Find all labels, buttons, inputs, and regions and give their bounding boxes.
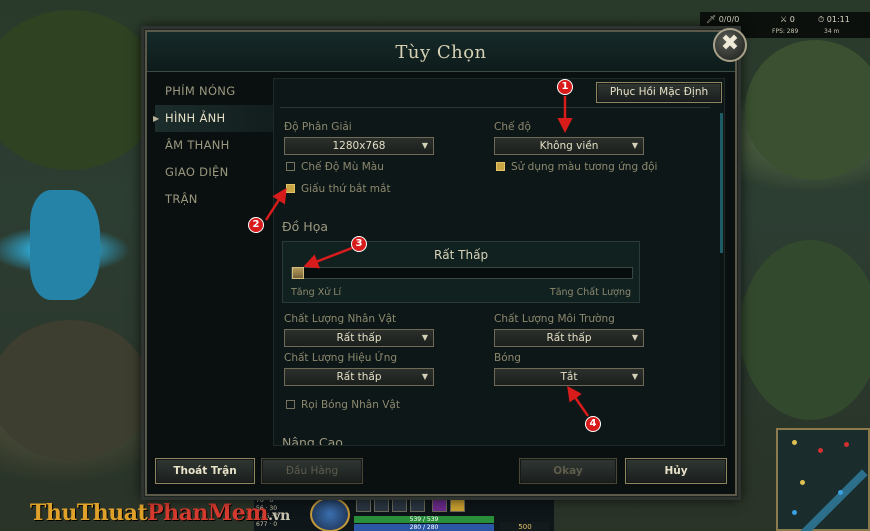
shadows-select[interactable]: Tắt ▼ [494, 368, 644, 386]
tree-foliage [0, 10, 160, 170]
cancel-button[interactable]: Hủy [625, 458, 727, 484]
minimap-marker [838, 490, 843, 495]
cs-display: ⚔ 0 [780, 15, 795, 24]
skill-w-icon[interactable] [374, 497, 389, 512]
hide-eye-candy-checkbox[interactable]: Giấu thứ bắt mắt [286, 183, 391, 195]
sidebar-item-game[interactable]: TRẬN [155, 186, 273, 213]
minimap-marker [800, 480, 805, 485]
sidebar-item-video[interactable]: ▶ HÌNH ẢNH [153, 105, 273, 132]
checkbox-label: Sử dụng màu tương ứng đội [511, 161, 658, 173]
chevron-down-icon: ▼ [421, 372, 428, 381]
resolution-select[interactable]: 1280x768 ▼ [284, 137, 434, 155]
window-mode-value: Không viền [539, 140, 599, 152]
right-foliage [745, 40, 870, 180]
environment-quality-select[interactable]: Rất thấp ▼ [494, 329, 644, 347]
minimap-marker [818, 448, 823, 453]
annotation-marker-3: 3 [351, 236, 367, 252]
minimap-marker [844, 442, 849, 447]
resolution-value: 1280x768 [332, 140, 386, 152]
game-timer: ⏱ 01:11 [818, 15, 850, 24]
graphics-quality-slider[interactable] [291, 267, 633, 279]
exit-game-button[interactable]: Thoát Trận [155, 458, 255, 484]
divider [280, 107, 710, 108]
skill-e-icon[interactable] [392, 497, 407, 512]
options-dialog: Tùy Chọn ✖ PHÍM NÓNG ▶ HÌNH ẢNH ÂM THANH… [145, 28, 747, 496]
active-arrow-icon: ▶ [153, 114, 160, 123]
chevron-down-icon: ▼ [421, 333, 428, 342]
checkbox-label: Chế Độ Mù Màu [301, 161, 384, 173]
graphics-quality-value: Rất Thấp [433, 248, 489, 262]
okay-button[interactable]: Okay [519, 458, 617, 484]
annotation-marker-2: 2 [248, 217, 264, 233]
window-mode-select[interactable]: Không viền ▼ [494, 137, 644, 155]
right-terrain [740, 240, 870, 420]
chevron-down-icon: ▼ [631, 141, 638, 150]
resolution-label: Độ Phân Giải [284, 121, 352, 133]
mode-label: Chế độ [494, 121, 531, 133]
skill-r-icon[interactable] [410, 497, 425, 512]
character-quality-label: Chất Lượng Nhân Vật [284, 313, 397, 325]
select-value: Tắt [560, 371, 578, 383]
sidebar-item-hotkeys[interactable]: PHÍM NÓNG [155, 78, 273, 105]
dialog-footer: Thoát Trận Đầu Hàng Okay Hủy [147, 452, 735, 496]
dialog-title-bar: Tùy Chọn [147, 32, 735, 72]
gold-counter: 500 [500, 522, 550, 531]
watermark: ThuThuatPhanMem.vn [30, 500, 290, 526]
summoner-spell-icon[interactable] [450, 497, 465, 512]
relative-team-color-checkbox[interactable]: Sử dụng màu tương ứng đội [496, 161, 657, 173]
quality-label: Tăng Chất Lượng [549, 287, 631, 298]
character-shadows-checkbox[interactable]: Rọi Bóng Nhân Vật [286, 399, 400, 411]
performance-label: Tăng Xử Lí [291, 287, 342, 298]
sidebar-item-interface[interactable]: GIAO DIỆN [155, 159, 273, 186]
environment-quality-label: Chất Lượng Môi Trường [494, 313, 615, 325]
sidebar-item-sound[interactable]: ÂM THANH [155, 132, 273, 159]
options-sidebar: PHÍM NÓNG ▶ HÌNH ẢNH ÂM THANH GIAO DIỆN … [153, 78, 273, 213]
chevron-down-icon: ▼ [631, 372, 638, 381]
checkbox-box [286, 184, 295, 193]
checkbox-label: Rọi Bóng Nhân Vật [301, 399, 400, 411]
graphics-quality-box: Rất Thấp Tăng Xử Lí Tăng Chất Lượng [282, 241, 640, 303]
checkbox-label: Giấu thứ bắt mắt [301, 183, 391, 195]
colorblind-checkbox[interactable]: Chế Độ Mù Màu [286, 161, 384, 173]
scrollbar-thumb[interactable] [720, 113, 723, 253]
minimap[interactable] [776, 428, 870, 531]
champion-hud: 76 · 6 56 · 30 0.86 · 0 677 · 0 539 / 53… [254, 494, 554, 531]
surrender-button[interactable]: Đầu Hàng [261, 458, 363, 484]
minimap-marker [792, 440, 797, 445]
chevron-down-icon: ▼ [631, 333, 638, 342]
annotation-marker-4: 4 [585, 416, 601, 432]
close-button[interactable]: ✖ [713, 28, 747, 62]
checkbox-box [286, 162, 295, 171]
shadows-label: Bóng [494, 352, 521, 364]
ping-counter: 34 m [824, 28, 840, 35]
annotation-marker-1: 1 [557, 79, 573, 95]
chevron-down-icon: ▼ [421, 141, 428, 150]
slider-thumb[interactable] [292, 267, 304, 279]
character-quality-select[interactable]: Rất thấp ▼ [284, 329, 434, 347]
crystal-structure [30, 190, 100, 300]
effects-quality-label: Chất Lượng Hiệu Ứng [284, 352, 398, 364]
restore-defaults-button[interactable]: Phục Hồi Mặc Định [596, 82, 722, 103]
minimap-marker [792, 510, 797, 515]
fps-counter: FPS: 289 [772, 28, 799, 35]
select-value: Rất thấp [336, 371, 382, 383]
select-value: Rất thấp [546, 332, 592, 344]
dialog-title: Tùy Chọn [395, 42, 487, 63]
kda-display: 🗡 0/0/0 [706, 15, 740, 24]
mana-bar: 280 / 280 [354, 524, 494, 531]
advanced-heading: Nâng Cao [282, 435, 343, 446]
champion-portrait[interactable] [310, 497, 350, 531]
checkbox-box [496, 162, 505, 171]
checkbox-box [286, 400, 295, 409]
select-value: Rất thấp [336, 332, 382, 344]
video-settings-panel: Phục Hồi Mặc Định Độ Phân Giải 1280x768 … [273, 78, 725, 446]
effects-quality-select[interactable]: Rất thấp ▼ [284, 368, 434, 386]
summoner-spell-icon[interactable] [432, 497, 447, 512]
minimap-river [798, 469, 868, 531]
graphics-heading: Đồ Họa [282, 219, 329, 234]
sidebar-item-label: HÌNH ẢNH [165, 111, 226, 125]
rock-terrain [0, 320, 150, 460]
skill-q-icon[interactable] [356, 497, 371, 512]
health-bar: 539 / 539 [354, 516, 494, 523]
